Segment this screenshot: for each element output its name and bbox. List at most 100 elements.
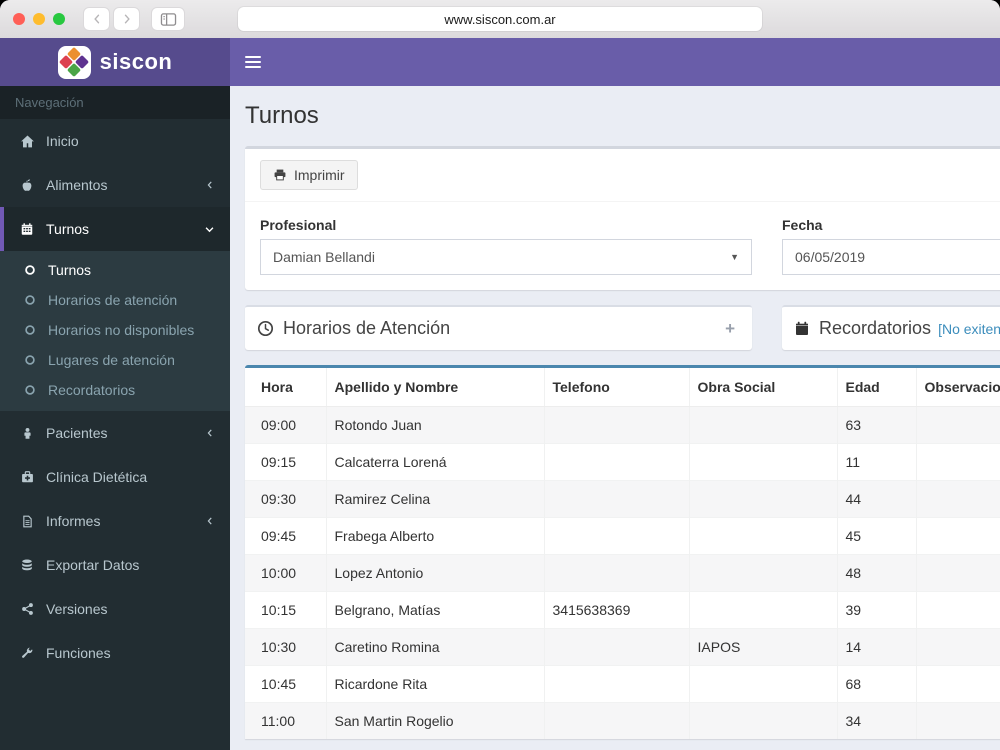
chevron-left-icon (205, 180, 215, 190)
submenu-item-label: Horarios no disponibles (48, 322, 195, 338)
sidebar-item-clinica-dietetica[interactable]: Clínica Dietética (0, 455, 230, 499)
main-content: Turnos Imprimir Profesional Damian Bella… (230, 86, 1000, 750)
submenu-item-turnos[interactable]: Turnos (0, 255, 230, 285)
print-button[interactable]: Imprimir (260, 160, 358, 190)
table-cell: 68 (836, 665, 916, 703)
table-cell: 09:30 (245, 480, 326, 518)
submenu-item-horarios-de-atencion[interactable]: Horarios de atención (0, 285, 230, 315)
sidebar-item-label: Exportar Datos (46, 557, 140, 573)
table-row[interactable]: 10:15 Belgrano, Matías 3415638369 39 (245, 591, 1000, 629)
chevron-right-icon (121, 13, 133, 25)
appointments-table: Hora Apellido y Nombre Telefono Obra Social… (245, 368, 1000, 739)
chevron-left-icon (205, 516, 215, 526)
turnos-submenu: Turnos Horarios de atención Horarios no … (0, 251, 230, 411)
professional-select[interactable]: Damian Bellandi ▼ (260, 239, 752, 275)
table-cell (543, 480, 689, 518)
table-row[interactable]: 09:00 Rotondo Juan 63 (245, 406, 1000, 444)
table-cell: 11 (836, 443, 916, 481)
table-cell (543, 554, 689, 592)
sidebar-toggle-button[interactable] (230, 38, 276, 86)
sidebar-item-pacientes[interactable]: Pacientes (0, 411, 230, 455)
table-cell: 10:45 (245, 665, 326, 703)
submenu-item-label: Recordatorios (48, 382, 136, 398)
table-cell (688, 702, 837, 739)
professional-select-value: Damian Bellandi (273, 249, 375, 265)
table-row[interactable]: 10:00 Lopez Antonio 48 (245, 554, 1000, 592)
table-cell (915, 665, 1000, 703)
window-controls (13, 13, 65, 25)
table-cell: 39 (836, 591, 916, 629)
table-cell (688, 406, 837, 444)
date-label: Fecha (782, 217, 823, 233)
chevron-left-icon (91, 13, 103, 25)
table-row[interactable]: 09:15 Calcaterra Lorená 11 (245, 443, 1000, 481)
table-cell (543, 628, 689, 666)
forward-button[interactable] (113, 7, 140, 31)
table-cell: 09:00 (261, 417, 297, 433)
minimize-button[interactable] (33, 13, 45, 25)
filters-panel: Imprimir Profesional Damian Bellandi ▼ F… (245, 146, 1000, 290)
table-cell (543, 517, 689, 555)
table-cell: Caretino Romina (325, 628, 544, 666)
recordatorios-panel: Recordatorios [No exiten recordatorios] (782, 305, 1000, 350)
table-header-row: Hora Apellido y Nombre Telefono Obra Social… (245, 368, 1000, 407)
close-button[interactable] (13, 13, 25, 25)
browser-window: www.siscon.com.ar siscon Navegación Inic… (0, 0, 1000, 750)
recordatorios-panel-title: Recordatorios (819, 318, 932, 338)
sidebar-item-informes[interactable]: Informes (0, 499, 230, 543)
table-cell (543, 406, 689, 444)
sidebar-item-label: Informes (46, 513, 101, 529)
page-title: Turnos (245, 102, 319, 129)
brand-name: siscon (99, 49, 173, 74)
sidebar-item-label: Alimentos (46, 177, 108, 193)
sidebar-item-versiones[interactable]: Versiones (0, 587, 230, 631)
app-header: siscon (0, 38, 1000, 86)
column-header: Observaciones (915, 368, 1000, 407)
table-cell: Lopez Antonio (325, 554, 544, 592)
sidebar-section-label: Navegación (0, 86, 230, 119)
no-reminders-link[interactable]: [No exiten recordatorios] (938, 321, 1000, 337)
table-row[interactable]: 11:00 San Martin Rogelio 34 (245, 702, 1000, 739)
table-cell (915, 480, 1000, 518)
calendar-icon (794, 320, 810, 337)
submenu-item-recordatorios[interactable]: Recordatorios (0, 375, 230, 405)
submenu-item-label: Turnos (48, 262, 92, 278)
column-header: Edad (836, 368, 916, 407)
sidebar-item-funciones[interactable]: Funciones (0, 631, 230, 675)
table-cell (543, 665, 689, 703)
table-cell: 34 (836, 702, 916, 739)
sidebar-item-label: Inicio (46, 133, 79, 149)
sidebar-item-alimentos[interactable]: Alimentos (0, 163, 230, 207)
zoom-button[interactable] (53, 13, 65, 25)
submenu-item-label: Lugares de atención (48, 352, 175, 368)
table-row[interactable]: 10:45 Ricardone Rita 68 (245, 665, 1000, 703)
table-row[interactable]: 09:30 Ramirez Celina 44 (245, 480, 1000, 518)
address-bar[interactable]: www.siscon.com.ar (238, 7, 762, 31)
printer-icon (273, 168, 287, 182)
table-cell: Rotondo Juan (325, 406, 544, 444)
table-cell: 10:00 (245, 554, 326, 592)
table-cell (688, 665, 837, 703)
date-input[interactable] (782, 239, 1000, 275)
sidebar-item-exportar-datos[interactable]: Exportar Datos (0, 543, 230, 587)
table-cell: 11:00 (245, 702, 326, 739)
table-cell: 45 (836, 517, 916, 555)
medkit-icon (19, 470, 35, 484)
back-button[interactable] (83, 7, 110, 31)
professional-label: Profesional (260, 217, 337, 233)
expand-button[interactable]: + (720, 319, 740, 339)
sidebar-item-turnos[interactable]: Turnos (0, 207, 230, 251)
table-cell (915, 517, 1000, 555)
table-cell (688, 591, 837, 629)
chevron-down-icon (204, 224, 215, 235)
submenu-item-lugares-de-atencion[interactable]: Lugares de atención (0, 345, 230, 375)
sidebar-item-inicio[interactable]: Inicio (0, 119, 230, 163)
submenu-item-horarios-no-disponibles[interactable]: Horarios no disponibles (0, 315, 230, 345)
sidebar-panel-button[interactable] (151, 7, 185, 31)
table-body: 09:00 Rotondo Juan 63 09:15 Calcaterra Loren… (245, 406, 1000, 739)
share-icon (19, 602, 35, 616)
siscon-logo[interactable]: siscon (0, 38, 230, 86)
table-row[interactable]: 09:45 Frabega Alberto 45 (245, 517, 1000, 555)
table-cell: 3415638369 (543, 591, 689, 629)
table-row[interactable]: 10:30 Caretino Romina IAPOS 14 (245, 628, 1000, 666)
